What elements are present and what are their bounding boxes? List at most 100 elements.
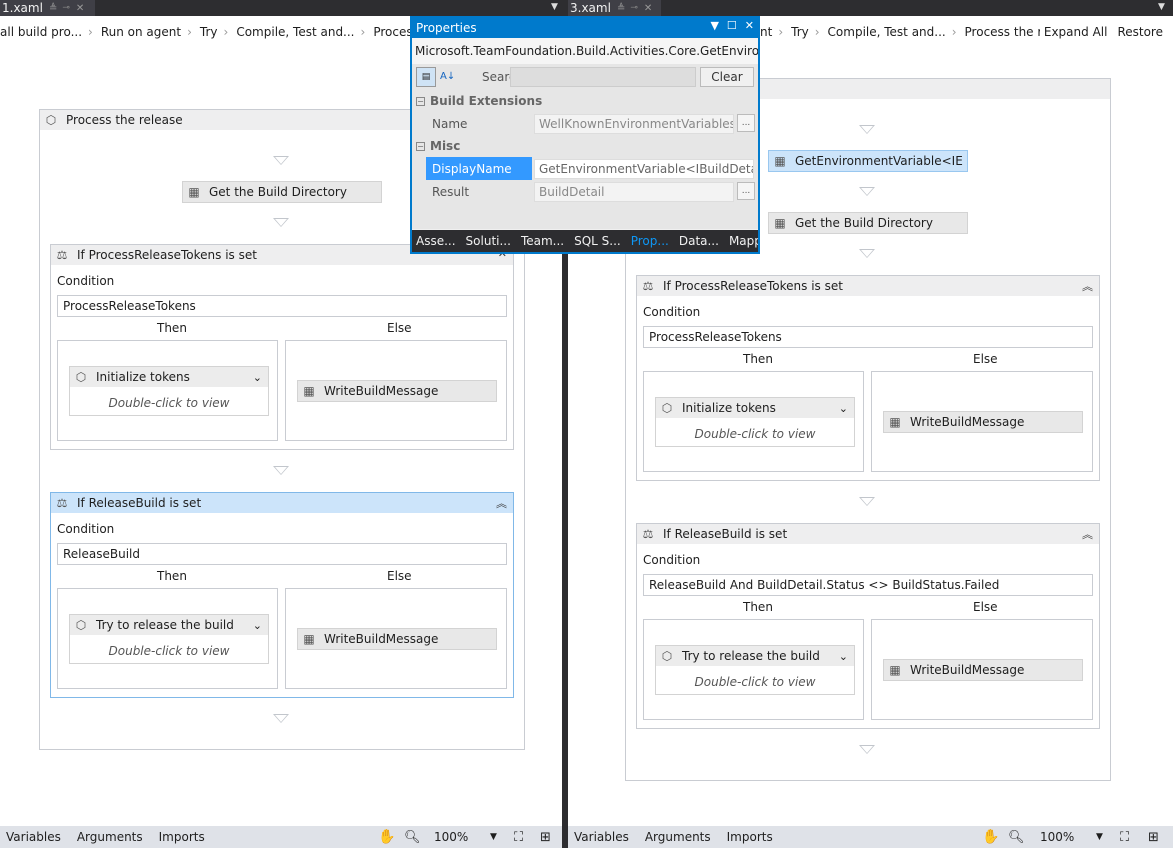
fit-to-screen-icon[interactable]: ⛶	[514, 830, 523, 845]
zoom-dropdown-icon[interactable]: ▼	[490, 832, 497, 842]
then-branch[interactable]: ⬡ Initialize tokens ⌄ Double-click to vi…	[57, 340, 278, 441]
expand-all-button[interactable]: Expand All	[1044, 25, 1108, 39]
drop-arrow-icon[interactable]	[859, 745, 875, 754]
activity-write-build-message[interactable]: ▦ WriteBuildMessage	[883, 411, 1083, 433]
condition-input[interactable]: ReleaseBuild	[57, 543, 507, 565]
tab-3-xaml[interactable]: 3.xaml ≜ ⊸ ✕	[568, 0, 661, 16]
tool-tab[interactable]: Data...	[679, 234, 719, 248]
drop-arrow-icon[interactable]	[859, 187, 875, 196]
drop-arrow-icon[interactable]	[859, 497, 875, 506]
collapse-icon[interactable]: −	[416, 96, 425, 106]
clear-button[interactable]: Clear	[700, 67, 754, 87]
pan-hand-icon[interactable]: ✋	[982, 829, 999, 845]
activity-try-release-build[interactable]: ⬡ Try to release the build ⌄ Double-clic…	[69, 614, 269, 664]
overview-icon[interactable]: ⊞	[1148, 830, 1159, 845]
tool-tab[interactable]: Team...	[521, 234, 564, 248]
else-branch[interactable]: ▦ WriteBuildMessage	[871, 371, 1093, 472]
close-icon[interactable]: ✕	[644, 3, 652, 14]
collapse-icon[interactable]: ︽	[1082, 526, 1093, 542]
else-branch[interactable]: ▦ WriteBuildMessage	[871, 619, 1093, 720]
zoom-dropdown-icon[interactable]: ▼	[1096, 832, 1103, 842]
tab-dropdown-icon[interactable]: ▼	[1158, 2, 1165, 12]
zoom-magnifier-icon[interactable]: 🔍︎	[1008, 830, 1025, 845]
drop-arrow-icon[interactable]	[273, 156, 289, 165]
imports-tab[interactable]: Imports	[159, 830, 205, 844]
window-dropdown-icon[interactable]: ▼	[710, 19, 718, 32]
condition-input[interactable]: ProcessReleaseTokens	[57, 295, 507, 317]
drop-arrow-icon[interactable]	[273, 218, 289, 227]
then-branch[interactable]: ⬡ Initialize tokens ⌄ Double-click to vi…	[643, 371, 864, 472]
activity-write-build-message[interactable]: ▦ WriteBuildMessage	[297, 380, 497, 402]
zoom-level[interactable]: 100%	[434, 830, 468, 844]
then-branch[interactable]: ⬡ Try to release the build ⌄ Double-clic…	[57, 588, 278, 689]
property-value[interactable]: WellKnownEnvironmentVariables.Bu	[534, 114, 734, 134]
drop-arrow-icon[interactable]	[859, 125, 875, 134]
restore-button[interactable]: Restore	[1117, 25, 1163, 39]
collapse-icon[interactable]: ︽	[1082, 278, 1093, 294]
pin-icon[interactable]: ⊸	[62, 3, 70, 13]
category-build-extensions[interactable]: − Build Extensions	[412, 90, 758, 112]
expand-icon[interactable]: ⌄	[253, 619, 262, 632]
imports-tab[interactable]: Imports	[727, 830, 773, 844]
pin-icon[interactable]: ⊸	[630, 3, 638, 13]
tool-tab[interactable]: Mapp...	[729, 234, 758, 248]
close-icon[interactable]: ✕	[745, 19, 754, 32]
category-misc[interactable]: − Misc	[412, 135, 758, 157]
breadcrumb-item[interactable]: Compile, Test and...	[236, 25, 354, 39]
if-process-release-tokens[interactable]: ⚖ If ProcessReleaseTokens is set ︽ Condi…	[636, 275, 1100, 481]
arguments-tab[interactable]: Arguments	[77, 830, 143, 844]
else-branch[interactable]: ▦ WriteBuildMessage	[285, 340, 507, 441]
drop-arrow-icon[interactable]	[273, 714, 289, 723]
zoom-magnifier-icon[interactable]: 🔍︎	[404, 830, 421, 845]
zoom-level[interactable]: 100%	[1040, 830, 1074, 844]
fit-to-screen-icon[interactable]: ⛶	[1120, 830, 1129, 845]
properties-window[interactable]: Properties ▼ ☐ ✕ Microsoft.TeamFoundatio…	[410, 16, 760, 254]
sort-alphabetical-icon[interactable]: A↓	[440, 67, 458, 87]
breadcrumb-item[interactable]: Run on agent	[101, 25, 181, 39]
expand-icon[interactable]: ⌄	[839, 402, 848, 415]
expand-icon[interactable]: ⌄	[839, 650, 848, 663]
categorized-icon[interactable]: ▤	[416, 67, 436, 87]
activity-write-build-message[interactable]: ▦ WriteBuildMessage	[883, 659, 1083, 681]
property-row-result[interactable]: Result BuildDetail ...	[412, 180, 758, 203]
condition-input[interactable]: ReleaseBuild And BuildDetail.Status <> B…	[643, 574, 1093, 596]
activity-initialize-tokens[interactable]: ⬡ Initialize tokens ⌄ Double-click to vi…	[69, 366, 269, 416]
maximize-icon[interactable]: ☐	[727, 19, 737, 32]
activity-try-release-build[interactable]: ⬡ Try to release the build ⌄ Double-clic…	[655, 645, 855, 695]
drop-arrow-icon[interactable]	[273, 466, 289, 475]
collapse-icon[interactable]: −	[416, 141, 425, 151]
variables-tab[interactable]: Variables	[6, 830, 61, 844]
if-release-build[interactable]: ⚖ If ReleaseBuild is set ︽ Condition Rel…	[50, 492, 514, 698]
breadcrumb-item[interactable]: nt	[760, 25, 772, 39]
tool-tab[interactable]: SQL S...	[574, 234, 621, 248]
tab-1-xaml[interactable]: 1.xaml ≜ ⊸ ✕	[0, 0, 95, 16]
ellipsis-button[interactable]: ...	[737, 182, 755, 200]
else-branch[interactable]: ▦ WriteBuildMessage	[285, 588, 507, 689]
if-process-release-tokens[interactable]: ⚖ If ProcessReleaseTokens is set ✕ Condi…	[50, 244, 514, 450]
breadcrumb-item[interactable]: all build pro...	[0, 25, 82, 39]
activity-initialize-tokens[interactable]: ⬡ Initialize tokens ⌄ Double-click to vi…	[655, 397, 855, 447]
pan-hand-icon[interactable]: ✋	[378, 829, 395, 845]
drop-arrow-icon[interactable]	[859, 249, 875, 258]
arguments-tab[interactable]: Arguments	[645, 830, 711, 844]
ellipsis-button[interactable]: ...	[737, 114, 755, 132]
properties-title-bar[interactable]: Properties ▼ ☐ ✕	[412, 18, 758, 38]
expand-icon[interactable]: ⌄	[253, 371, 262, 384]
breadcrumb-item[interactable]: Try	[791, 25, 809, 39]
breadcrumb-item[interactable]: Try	[200, 25, 218, 39]
tool-tab-properties[interactable]: Prop...	[631, 234, 669, 248]
property-value[interactable]: GetEnvironmentVariable<IBuildDetail>	[534, 159, 754, 179]
breadcrumb-item[interactable]: Compile, Test and...	[828, 25, 946, 39]
property-row-name[interactable]: Name WellKnownEnvironmentVariables.Bu ..…	[412, 112, 758, 135]
condition-input[interactable]: ProcessReleaseTokens	[643, 326, 1093, 348]
property-row-displayname[interactable]: DisplayName GetEnvironmentVariable<IBuil…	[412, 157, 758, 180]
activity-write-build-message[interactable]: ▦ WriteBuildMessage	[297, 628, 497, 650]
collapse-icon[interactable]: ︽	[496, 495, 507, 511]
if-release-build[interactable]: ⚖ If ReleaseBuild is set ︽ Condition Rel…	[636, 523, 1100, 729]
search-input[interactable]	[510, 67, 696, 87]
activity-get-build-directory[interactable]: ▦ Get the Build Directory	[182, 181, 382, 203]
tool-tab[interactable]: Asse...	[416, 234, 456, 248]
tool-tab[interactable]: Soluti...	[466, 234, 511, 248]
property-value[interactable]: BuildDetail	[534, 182, 734, 202]
close-icon[interactable]: ✕	[76, 3, 84, 14]
